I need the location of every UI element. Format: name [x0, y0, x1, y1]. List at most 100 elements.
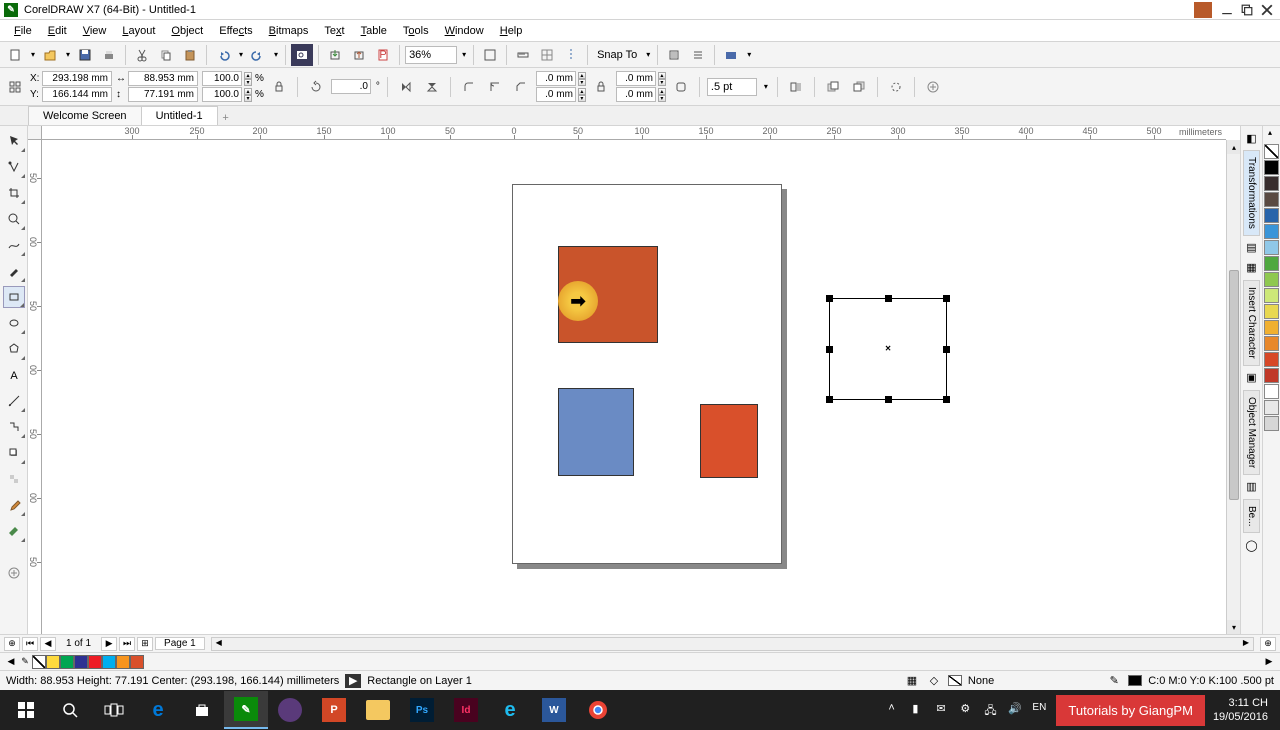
- minimize-button[interactable]: [1218, 2, 1236, 18]
- panel-icon-5[interactable]: ◯: [1244, 537, 1260, 553]
- ruler-corner[interactable]: [28, 126, 42, 140]
- be-tab[interactable]: Be...: [1243, 499, 1260, 534]
- open-dropdown[interactable]: ▾: [64, 50, 72, 59]
- nav-first[interactable]: ⏮: [22, 637, 38, 651]
- nav-last[interactable]: ⏭: [119, 637, 135, 651]
- quick-customize-toolbox[interactable]: [3, 562, 25, 584]
- scaley-down[interactable]: ▾: [244, 95, 252, 102]
- explorer-icon[interactable]: [356, 691, 400, 729]
- docpal-right[interactable]: ▶: [1262, 655, 1276, 669]
- handle-ml[interactable]: [826, 346, 833, 353]
- new-tab-button[interactable]: +: [217, 110, 235, 125]
- print-button[interactable]: [98, 44, 120, 66]
- menu-effects[interactable]: Effects: [211, 22, 260, 40]
- tray-up-icon[interactable]: ˄: [888, 702, 904, 718]
- zoom-tool[interactable]: [3, 208, 25, 230]
- corner2-input[interactable]: [536, 87, 576, 102]
- horizontal-scrollbar[interactable]: ◀ ▶: [211, 637, 1254, 651]
- redo-dropdown[interactable]: ▾: [272, 50, 280, 59]
- copy-button[interactable]: [155, 44, 177, 66]
- swatch-6[interactable]: [1264, 256, 1279, 271]
- options-button[interactable]: [663, 44, 685, 66]
- freehand-tool[interactable]: [3, 234, 25, 256]
- scaley-input[interactable]: [202, 87, 242, 102]
- scroll-thumb[interactable]: [1229, 270, 1239, 500]
- status-proof-icon[interactable]: ▦: [904, 674, 920, 688]
- mirror-h-button[interactable]: [395, 76, 417, 98]
- menu-table[interactable]: Table: [353, 22, 395, 40]
- handle-tm[interactable]: [885, 295, 892, 302]
- tray-icon-2[interactable]: ✉: [936, 702, 952, 718]
- outline-width-input[interactable]: [707, 78, 757, 96]
- handle-mr[interactable]: [943, 346, 950, 353]
- pick-tool[interactable]: [3, 130, 25, 152]
- menu-tools[interactable]: Tools: [395, 22, 437, 40]
- panel-icon-2[interactable]: ▦: [1244, 260, 1260, 276]
- chrome-icon[interactable]: [576, 691, 620, 729]
- panel-icon-3[interactable]: ▣: [1244, 370, 1260, 386]
- export-button[interactable]: [348, 44, 370, 66]
- launch-dropdown[interactable]: ▾: [745, 50, 753, 59]
- quick-customize-button[interactable]: [922, 76, 944, 98]
- y-input[interactable]: [42, 87, 112, 102]
- docpal-swatch-6[interactable]: [130, 655, 144, 669]
- swatch-11[interactable]: [1264, 336, 1279, 351]
- docpal-swatch-0[interactable]: [46, 655, 60, 669]
- status-fill-swatch[interactable]: [948, 675, 962, 686]
- paste-button[interactable]: [179, 44, 201, 66]
- object-manager-tab[interactable]: Object Manager: [1243, 390, 1260, 475]
- docpal-swatch-1[interactable]: [60, 655, 74, 669]
- handle-tl[interactable]: [826, 295, 833, 302]
- canvas-area[interactable]: millimeters 3002502001501005005010015020…: [28, 126, 1240, 634]
- photopaint-icon[interactable]: [268, 691, 312, 729]
- scaley-up[interactable]: ▴: [244, 88, 252, 95]
- transparency-tool[interactable]: [3, 468, 25, 490]
- swatch-0[interactable]: [1264, 160, 1279, 175]
- system-tray[interactable]: ˄ ▮ ✉ ⚙ 🖧 🔊 EN: [880, 702, 1056, 718]
- new-dropdown[interactable]: ▾: [29, 50, 37, 59]
- tab-untitled1[interactable]: Untitled-1: [141, 106, 218, 125]
- outline-dropdown[interactable]: ▾: [762, 82, 770, 91]
- status-outline-swatch[interactable]: [1128, 675, 1142, 686]
- scalex-input[interactable]: [202, 71, 242, 86]
- shape-orange-rectangle-small[interactable]: [700, 404, 758, 478]
- front-of-layer-button[interactable]: [822, 76, 844, 98]
- insert-character-tab[interactable]: Insert Character: [1243, 280, 1260, 366]
- start-button[interactable]: [4, 691, 48, 729]
- shape-tool[interactable]: [3, 156, 25, 178]
- selection-box[interactable]: ×: [829, 298, 947, 400]
- polygon-tool[interactable]: [3, 338, 25, 360]
- swatch-16[interactable]: [1264, 416, 1279, 431]
- transformations-tab[interactable]: Transformations: [1243, 150, 1260, 236]
- options2-button[interactable]: [687, 44, 709, 66]
- taskview-button[interactable]: [92, 691, 136, 729]
- round-corner-button[interactable]: [458, 76, 480, 98]
- guidelines-button[interactable]: [560, 44, 582, 66]
- nav-plus-icon[interactable]: ⊕: [4, 637, 20, 651]
- panel-icon-1[interactable]: ▤: [1244, 240, 1260, 256]
- search-content-button[interactable]: [291, 44, 313, 66]
- back-of-layer-button[interactable]: [848, 76, 870, 98]
- menu-view[interactable]: View: [75, 22, 115, 40]
- import-button[interactable]: [324, 44, 346, 66]
- tray-icon-1[interactable]: ▮: [912, 702, 928, 718]
- indesign-icon[interactable]: Id: [444, 691, 488, 729]
- corner3-input[interactable]: [616, 71, 656, 86]
- rectangle-tool[interactable]: [3, 286, 25, 308]
- nav-add-page[interactable]: ⊞: [137, 637, 153, 651]
- menu-object[interactable]: Object: [163, 22, 211, 40]
- nav-prev[interactable]: ◀: [40, 637, 56, 651]
- scroll-up-button[interactable]: ▴: [1227, 140, 1240, 154]
- drop-shadow-tool[interactable]: [3, 442, 25, 464]
- ellipse-tool[interactable]: [3, 312, 25, 334]
- redo-button[interactable]: [247, 44, 269, 66]
- grid-button[interactable]: [536, 44, 558, 66]
- rotation-input[interactable]: [331, 79, 371, 94]
- text-tool[interactable]: A: [3, 364, 25, 386]
- cut-button[interactable]: [131, 44, 153, 66]
- tray-lang-icon[interactable]: EN: [1032, 702, 1048, 718]
- swatch-12[interactable]: [1264, 352, 1279, 367]
- photoshop-icon[interactable]: Ps: [400, 691, 444, 729]
- scalex-up[interactable]: ▴: [244, 72, 252, 79]
- scalex-down[interactable]: ▾: [244, 79, 252, 86]
